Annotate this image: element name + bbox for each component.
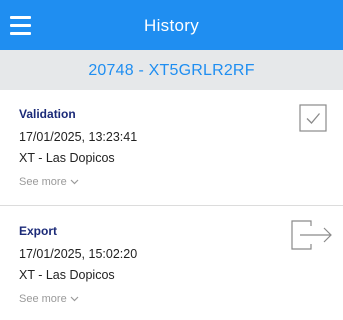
- see-more-link[interactable]: See more: [19, 176, 79, 188]
- entry-type: Export: [19, 224, 58, 238]
- entry-location: XT - Las Dopicos: [19, 151, 115, 165]
- chevron-down-icon: [70, 296, 79, 302]
- app-bar: History: [0, 0, 343, 50]
- entry-datetime: 17/01/2025, 15:02:20: [19, 247, 138, 261]
- history-entry: Validation 17/01/2025, 13:23:41 XT - Las…: [0, 90, 343, 206]
- entry-location: XT - Las Dopicos: [19, 268, 115, 282]
- checkbox-checked-icon: [299, 104, 327, 132]
- chevron-down-icon: [70, 179, 79, 185]
- page-title: History: [144, 16, 199, 35]
- entry-datetime: 17/01/2025, 13:23:41: [19, 130, 138, 144]
- record-identifier: 20748 - XT5GRLR2RF: [0, 50, 343, 90]
- see-more-label: See more: [19, 293, 67, 305]
- see-more-link[interactable]: See more: [19, 293, 79, 305]
- entry-type: Validation: [19, 107, 76, 121]
- history-entry: Export 17/01/2025, 15:02:20 XT - Las Dop…: [0, 207, 343, 320]
- export-icon: [291, 220, 332, 250]
- see-more-label: See more: [19, 176, 67, 188]
